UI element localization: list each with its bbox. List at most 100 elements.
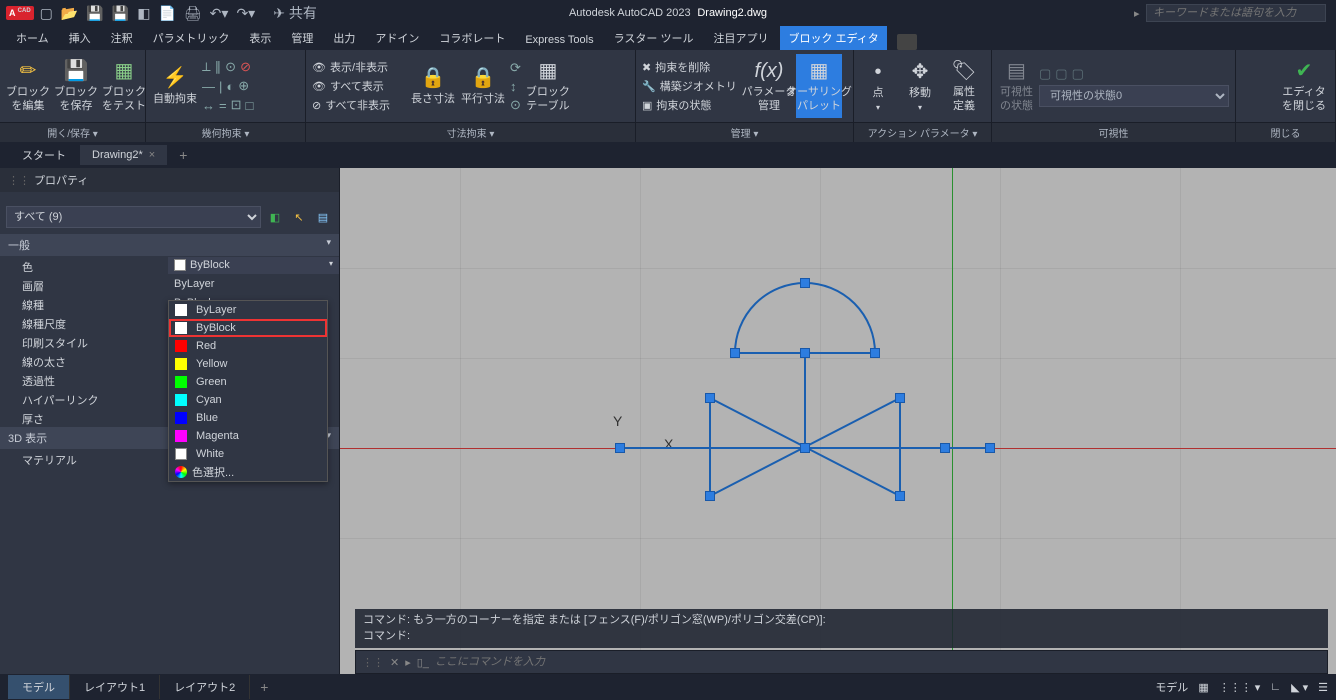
redo-icon[interactable]: ↷▾ <box>236 5 255 22</box>
chevron-icon[interactable]: ▸ <box>405 656 411 669</box>
grip[interactable] <box>615 443 625 453</box>
close-editor-button[interactable]: ✔エディタ を閉じる <box>1279 54 1329 118</box>
snap-icon[interactable]: ⋮⋮⋮ ▾ <box>1219 681 1261 694</box>
menu-block-editor[interactable]: ブロック エディタ <box>780 26 886 50</box>
print-icon[interactable]: 🖨 <box>184 5 202 22</box>
layout-2[interactable]: レイアウト2 <box>160 675 250 699</box>
drawing-canvas[interactable]: Y X <box>340 168 1336 674</box>
menu-raster[interactable]: ラスター ツール <box>606 26 702 50</box>
show-hide-button[interactable]: 👁表示/非表示 <box>312 59 406 75</box>
delete-constraint-button[interactable]: ✖拘束を削除 <box>642 59 742 75</box>
grip[interactable] <box>985 443 995 453</box>
aligned-dim-button[interactable]: 🔒平行寸法 <box>460 54 506 118</box>
undo-icon[interactable]: ↶▾ <box>210 5 229 22</box>
more-icon[interactable]: ☰ <box>1318 681 1328 694</box>
constraint-icon[interactable]: ⊙ <box>510 97 521 113</box>
panel-label[interactable]: アクション パラメータ ▾ <box>854 122 991 142</box>
saveas-icon[interactable]: 💾 <box>112 5 129 22</box>
save-icon[interactable]: 💾 <box>86 5 103 22</box>
layout-model[interactable]: モデル <box>8 675 70 699</box>
vis-icon[interactable]: ▢ <box>1072 66 1084 82</box>
iso-icon[interactable]: ◣ ▾ <box>1291 681 1308 694</box>
ortho-icon[interactable]: ∟ <box>1270 681 1281 693</box>
search-box[interactable]: ▸ <box>1146 4 1326 22</box>
handle-icon[interactable]: ⋮⋮ <box>362 656 384 669</box>
share-button[interactable]: ✈ 共有 <box>273 3 317 23</box>
linear-dim-button[interactable]: 🔒長さ寸法 <box>410 54 456 118</box>
grip[interactable] <box>705 393 715 403</box>
close-icon[interactable]: × <box>149 149 155 161</box>
grip[interactable] <box>895 393 905 403</box>
menu-home[interactable]: ホーム <box>8 26 57 50</box>
test-block-button[interactable]: ▦ブロック をテスト <box>102 54 146 118</box>
vis-icon[interactable]: ▢ <box>1055 66 1067 82</box>
menu-express[interactable]: Express Tools <box>517 30 601 50</box>
constraint-icon[interactable]: ⊙ <box>225 59 236 75</box>
color-option[interactable]: Blue <box>169 409 327 427</box>
section-general[interactable]: 一般 <box>0 234 339 256</box>
color-option[interactable]: Green <box>169 373 327 391</box>
color-option[interactable]: Cyan <box>169 391 327 409</box>
move-button[interactable]: ✥移動▾ <box>900 54 940 118</box>
grip[interactable] <box>800 443 810 453</box>
constraint-icon[interactable]: ⟂ <box>202 59 211 75</box>
close-icon[interactable]: ✕ <box>390 656 399 669</box>
grip[interactable] <box>800 348 810 358</box>
layout-1[interactable]: レイアウト1 <box>70 675 160 699</box>
vis-icon[interactable]: ▢ <box>1039 66 1051 82</box>
panel-label[interactable]: 幾何拘束 <box>146 122 305 142</box>
palette-title[interactable]: プロパティ <box>0 168 339 192</box>
auto-constrain-button[interactable]: ⚡自動拘束 <box>152 54 198 118</box>
point-button[interactable]: •点▾ <box>860 54 896 118</box>
grip[interactable] <box>705 491 715 501</box>
command-line[interactable]: ⋮⋮ ✕ ▸ ▯_ <box>355 650 1328 674</box>
constraint-icon[interactable]: | <box>219 79 222 94</box>
menu-addin[interactable]: アドイン <box>367 26 427 50</box>
show-all-button[interactable]: 👁すべて表示 <box>312 78 406 94</box>
plot-icon[interactable]: 📄 <box>158 5 175 22</box>
pim-icon[interactable]: ▤ <box>313 207 333 227</box>
select-icon[interactable]: ↖ <box>289 207 309 227</box>
edit-block-button[interactable]: ✏ブロック を編集 <box>6 54 50 118</box>
add-layout-button[interactable]: + <box>250 679 278 695</box>
color-dropdown[interactable]: ByLayerByBlockRedYellowGreenCyanBlueMage… <box>168 300 328 482</box>
block-table-button[interactable]: ▦ブロック テーブル <box>525 54 571 118</box>
hide-all-button[interactable]: ⊘すべて非表示 <box>312 97 406 113</box>
panel-label[interactable]: 開く/保存 ▾ <box>0 122 145 142</box>
color-option[interactable]: 色選択... <box>169 463 327 481</box>
save-block-button[interactable]: 💾ブロック を保存 <box>54 54 98 118</box>
constraint-icon[interactable]: ⟳ <box>510 60 521 76</box>
grip[interactable] <box>800 278 810 288</box>
grip[interactable] <box>940 443 950 453</box>
authoring-palette-button[interactable]: ▦オーサリング パレット <box>796 54 842 118</box>
visibility-select[interactable]: 可視性の状態0 <box>1039 85 1229 107</box>
constraint-icon[interactable]: ⊡ <box>231 97 242 113</box>
constraint-icon[interactable]: ⊕ <box>238 78 249 94</box>
property-row[interactable]: 色ByBlock <box>0 256 339 275</box>
new-icon[interactable]: ▢ <box>40 5 53 22</box>
param-manager-button[interactable]: f(x)パラメータ 管理 <box>746 54 792 118</box>
menu-annotate[interactable]: 注釈 <box>103 26 141 50</box>
model-space-button[interactable]: モデル <box>1155 679 1188 695</box>
constraint-status-button[interactable]: ▣拘束の状態 <box>642 97 742 113</box>
constraint-icon[interactable]: ∥ <box>215 59 222 75</box>
diff-icon[interactable]: ◧ <box>137 5 150 22</box>
grid-icon[interactable]: ▦ <box>1198 681 1208 694</box>
panel-label[interactable]: 管理 <box>636 122 853 142</box>
menu-output[interactable]: 出力 <box>325 26 363 50</box>
constraint-icon[interactable]: ↔ <box>202 98 215 113</box>
color-option[interactable]: White <box>169 445 327 463</box>
constraint-icon[interactable]: ⊘ <box>240 59 251 75</box>
filter-select[interactable]: すべて (9) <box>6 206 261 228</box>
grip[interactable] <box>870 348 880 358</box>
menu-insert[interactable]: 挿入 <box>61 26 99 50</box>
color-option[interactable]: Yellow <box>169 355 327 373</box>
color-option[interactable]: ByBlock <box>169 319 327 337</box>
color-option[interactable]: ByLayer <box>169 301 327 319</box>
tab-start[interactable]: スタート <box>10 143 78 167</box>
constraint-icon[interactable]: — <box>202 79 215 94</box>
command-input[interactable] <box>435 656 1321 668</box>
new-tab-button[interactable]: + <box>169 147 197 163</box>
visibility-state-button[interactable]: ▤可視性 の状態 <box>998 54 1035 118</box>
constraint-icon[interactable]: = <box>219 98 227 113</box>
